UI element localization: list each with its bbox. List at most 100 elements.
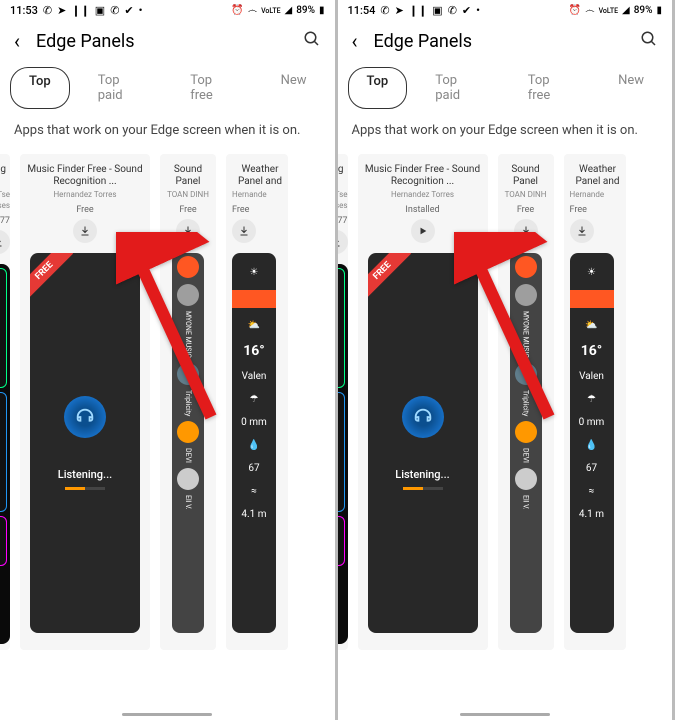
tab-new[interactable]: New bbox=[263, 67, 325, 109]
download-button[interactable] bbox=[73, 219, 97, 243]
twitter-icon: ✔ bbox=[462, 4, 471, 17]
panel-card-weather[interactable]: Weather Panel and Hernande Free ☀ ⛅ 16° … bbox=[564, 154, 626, 650]
download-button[interactable] bbox=[514, 219, 538, 243]
card-preview bbox=[338, 264, 348, 644]
download-button[interactable] bbox=[176, 219, 200, 243]
wind-icon: ≈ bbox=[589, 486, 595, 497]
pause-icon: ❙❙ bbox=[71, 4, 89, 17]
section-description: Apps that work on your Edge screen when … bbox=[0, 121, 335, 154]
wifi-icon: ◢ bbox=[622, 5, 630, 16]
panel-card-weather[interactable]: Weather Panel and Hernande Free ☀ ⛅ 16° … bbox=[226, 154, 288, 650]
card-preview: FREE Listening... bbox=[30, 253, 140, 633]
droplet-icon: 💧 bbox=[585, 440, 597, 451]
free-ribbon: FREE bbox=[368, 253, 411, 300]
accent-bar bbox=[570, 290, 614, 308]
status-bar: 11:53 ✆ ➤ ❙❙ ▣ ✆ ✔ • ⏰ ෴ VoLTE ◢ 89% ▮ bbox=[0, 0, 335, 21]
panel-card-sound[interactable]: Sound Panel TOAN DINH Free MYONE MUSIC T… bbox=[498, 154, 554, 650]
call-icon: ✆ bbox=[110, 4, 119, 17]
album-icon bbox=[515, 468, 537, 490]
cloud-icon: ⛅ bbox=[585, 320, 597, 331]
search-icon[interactable] bbox=[640, 30, 658, 52]
album-icon bbox=[177, 421, 199, 443]
tab-new[interactable]: New bbox=[600, 67, 662, 109]
screen-before: 11:53 ✆ ➤ ❙❙ ▣ ✆ ✔ • ⏰ ෴ VoLTE ◢ 89% ▮ ‹… bbox=[0, 0, 338, 720]
alarm-icon: ⏰ bbox=[231, 5, 243, 16]
city-label: Valen bbox=[242, 371, 267, 382]
more-icon: • bbox=[139, 4, 143, 17]
accent-bar bbox=[232, 290, 276, 308]
album-icon bbox=[515, 256, 537, 278]
wifi-icon: ◢ bbox=[285, 5, 293, 16]
open-button[interactable] bbox=[411, 219, 435, 243]
chat-icon: ▣ bbox=[432, 4, 442, 17]
panel-scroller[interactable]: ghting asTse rchases 77 Music Finder Fre… bbox=[338, 154, 673, 650]
battery-icon: ▮ bbox=[319, 5, 325, 16]
page-title: Edge Panels bbox=[36, 31, 286, 52]
tab-top-free[interactable]: Top free bbox=[172, 67, 252, 109]
album-icon bbox=[177, 468, 199, 490]
album-icon bbox=[177, 284, 199, 306]
pause-icon: ❙❙ bbox=[409, 4, 427, 17]
card-preview: ☀ ⛅ 16° Valen ☂ 0 mm 💧 67 ≈ 4.1 m bbox=[232, 253, 276, 633]
download-button[interactable] bbox=[232, 219, 256, 243]
volte-indicator: VoLTE bbox=[599, 7, 618, 15]
album-icon bbox=[515, 421, 537, 443]
whatsapp-icon: ✆ bbox=[380, 4, 389, 17]
tab-top[interactable]: Top bbox=[348, 67, 408, 109]
tab-top[interactable]: Top bbox=[10, 67, 70, 109]
search-icon[interactable] bbox=[303, 30, 321, 52]
progress-bar bbox=[403, 487, 443, 490]
panel-card-music-finder[interactable]: Music Finder Free - Sound Recognition ..… bbox=[358, 154, 488, 650]
app-header: ‹ Edge Panels bbox=[0, 21, 335, 61]
panel-card-sound[interactable]: Sound Panel TOAN DINH Free MYONE MUSIC T… bbox=[160, 154, 216, 650]
telegram-icon: ➤ bbox=[395, 4, 404, 17]
home-indicator[interactable] bbox=[122, 713, 212, 716]
panel-scroller[interactable]: ghting asTse rchases 77 Music Finder Fre… bbox=[0, 154, 335, 650]
telegram-icon: ➤ bbox=[57, 4, 66, 17]
battery-pct: 89% bbox=[296, 5, 315, 16]
download-button[interactable] bbox=[0, 230, 10, 254]
panel-card-music-finder[interactable]: Music Finder Free - Sound Recognition ..… bbox=[20, 154, 150, 650]
listening-label: Listening... bbox=[58, 468, 112, 481]
panel-card[interactable]: ghting asTse rchases 77 bbox=[0, 154, 10, 650]
headphone-icon bbox=[64, 396, 106, 438]
page-title: Edge Panels bbox=[374, 31, 624, 52]
umbrella-icon: ☂ bbox=[587, 394, 596, 405]
more-icon: • bbox=[476, 4, 480, 17]
tab-top-free[interactable]: Top free bbox=[510, 67, 590, 109]
screen-after: 11:54 ✆ ➤ ❙❙ ▣ ✆ ✔ • ⏰ ෴ VoLTE ◢ 89% ▮ ‹… bbox=[338, 0, 675, 720]
status-bar: 11:54 ✆ ➤ ❙❙ ▣ ✆ ✔ • ⏰ ෴ VoLTE ◢ 89% ▮ bbox=[338, 0, 673, 21]
download-button[interactable] bbox=[338, 230, 348, 254]
sun-icon: ☀ bbox=[250, 267, 259, 278]
filter-tabs: Top Top paid Top free New bbox=[0, 61, 335, 121]
listening-label: Listening... bbox=[395, 468, 449, 481]
battery-icon: ▮ bbox=[656, 5, 662, 16]
droplet-icon: 💧 bbox=[248, 440, 260, 451]
temperature: 16° bbox=[581, 343, 603, 359]
download-button[interactable] bbox=[570, 219, 594, 243]
section-description: Apps that work on your Edge screen when … bbox=[338, 121, 673, 154]
card-preview bbox=[0, 264, 10, 644]
volte-indicator: VoLTE bbox=[261, 7, 280, 15]
clock: 11:54 bbox=[348, 4, 376, 17]
filter-tabs: Top Top paid Top free New bbox=[338, 61, 673, 121]
twitter-icon: ✔ bbox=[124, 4, 133, 17]
whatsapp-icon: ✆ bbox=[43, 4, 52, 17]
album-icon bbox=[515, 284, 537, 306]
card-preview: MYONE MUSIC Triplicity DEVI Ell V. bbox=[510, 253, 542, 633]
tab-top-paid[interactable]: Top paid bbox=[417, 67, 499, 109]
panel-card[interactable]: ghting asTse rchases 77 bbox=[338, 154, 348, 650]
temperature: 16° bbox=[243, 343, 265, 359]
home-indicator[interactable] bbox=[460, 713, 550, 716]
app-header: ‹ Edge Panels bbox=[338, 21, 673, 61]
headphone-icon bbox=[402, 396, 444, 438]
back-icon[interactable]: ‹ bbox=[14, 29, 20, 53]
tab-top-paid[interactable]: Top paid bbox=[80, 67, 162, 109]
alarm-icon: ⏰ bbox=[569, 5, 581, 16]
back-icon[interactable]: ‹ bbox=[352, 29, 358, 53]
wind-icon: ≈ bbox=[251, 486, 257, 497]
bluetooth-icon: ෴ bbox=[585, 5, 594, 16]
sun-icon: ☀ bbox=[587, 267, 596, 278]
album-icon bbox=[515, 363, 537, 385]
chat-icon: ▣ bbox=[95, 4, 105, 17]
